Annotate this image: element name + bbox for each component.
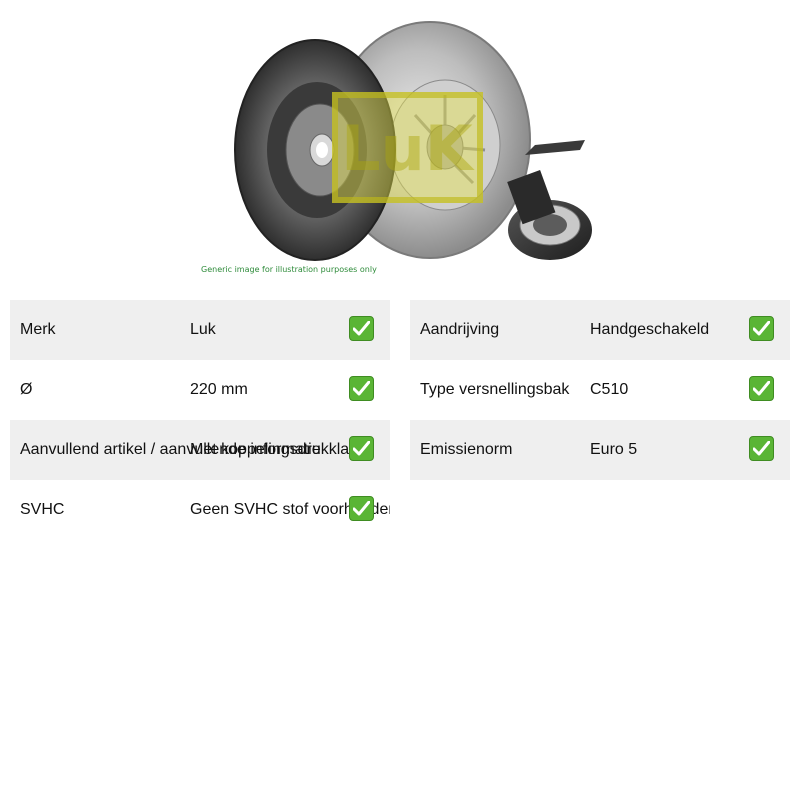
check-icon (749, 436, 774, 461)
spec-row-gearbox-type: Type versnellingsbak C510 (410, 360, 790, 420)
spec-label-gearbox-type: Type versnellingsbak (420, 381, 570, 398)
check-icon (749, 316, 774, 341)
spec-label-diameter: Ø (20, 381, 33, 398)
image-caption: Generic image for illustration purposes … (201, 265, 377, 274)
check-icon (349, 496, 374, 521)
spec-row-svhc: SVHC Geen SVHC stof voorhanden (10, 480, 390, 540)
spec-row-additional-info: Aanvullend artikel / aanvullende informa… (10, 420, 390, 480)
spec-value-diameter: 220 mm (190, 381, 248, 398)
spec-label-drive: Aandrijving (420, 321, 500, 338)
clutch-kit-illustration: LuK (234, 21, 592, 261)
luk-logo: LuK (332, 92, 483, 203)
spec-label-svhc: SVHC (20, 501, 65, 518)
svg-text:LuK: LuK (341, 112, 475, 185)
spec-value-brand: Luk (190, 321, 216, 338)
spec-row-diameter: Ø 220 mm (10, 360, 390, 420)
spec-table-left: Merk Luk Ø 220 mm Aanvullend artikel / a… (10, 300, 390, 540)
check-icon (749, 376, 774, 401)
check-icon (349, 316, 374, 341)
check-icon (349, 376, 374, 401)
spec-value-drive: Handgeschakeld (590, 321, 710, 338)
clutch-kit-image: LuK Generic image for illustration purpo… (195, 15, 605, 290)
spec-label-brand: Merk (20, 321, 56, 338)
spec-row-drive: Aandrijving Handgeschakeld (410, 300, 790, 360)
spec-value-additional-info: Met koppelingsdrukklager (190, 441, 373, 458)
spec-value-emission-standard: Euro 5 (590, 441, 638, 458)
spec-table-right: Aandrijving Handgeschakeld Type versnell… (410, 300, 790, 480)
spec-row-brand: Merk Luk (10, 300, 390, 360)
spec-value-gearbox-type: C510 (590, 381, 629, 398)
check-icon (349, 436, 374, 461)
spec-label-emission-standard: Emissienorm (420, 441, 513, 458)
spec-row-emission-standard: Emissienorm Euro 5 (410, 420, 790, 480)
